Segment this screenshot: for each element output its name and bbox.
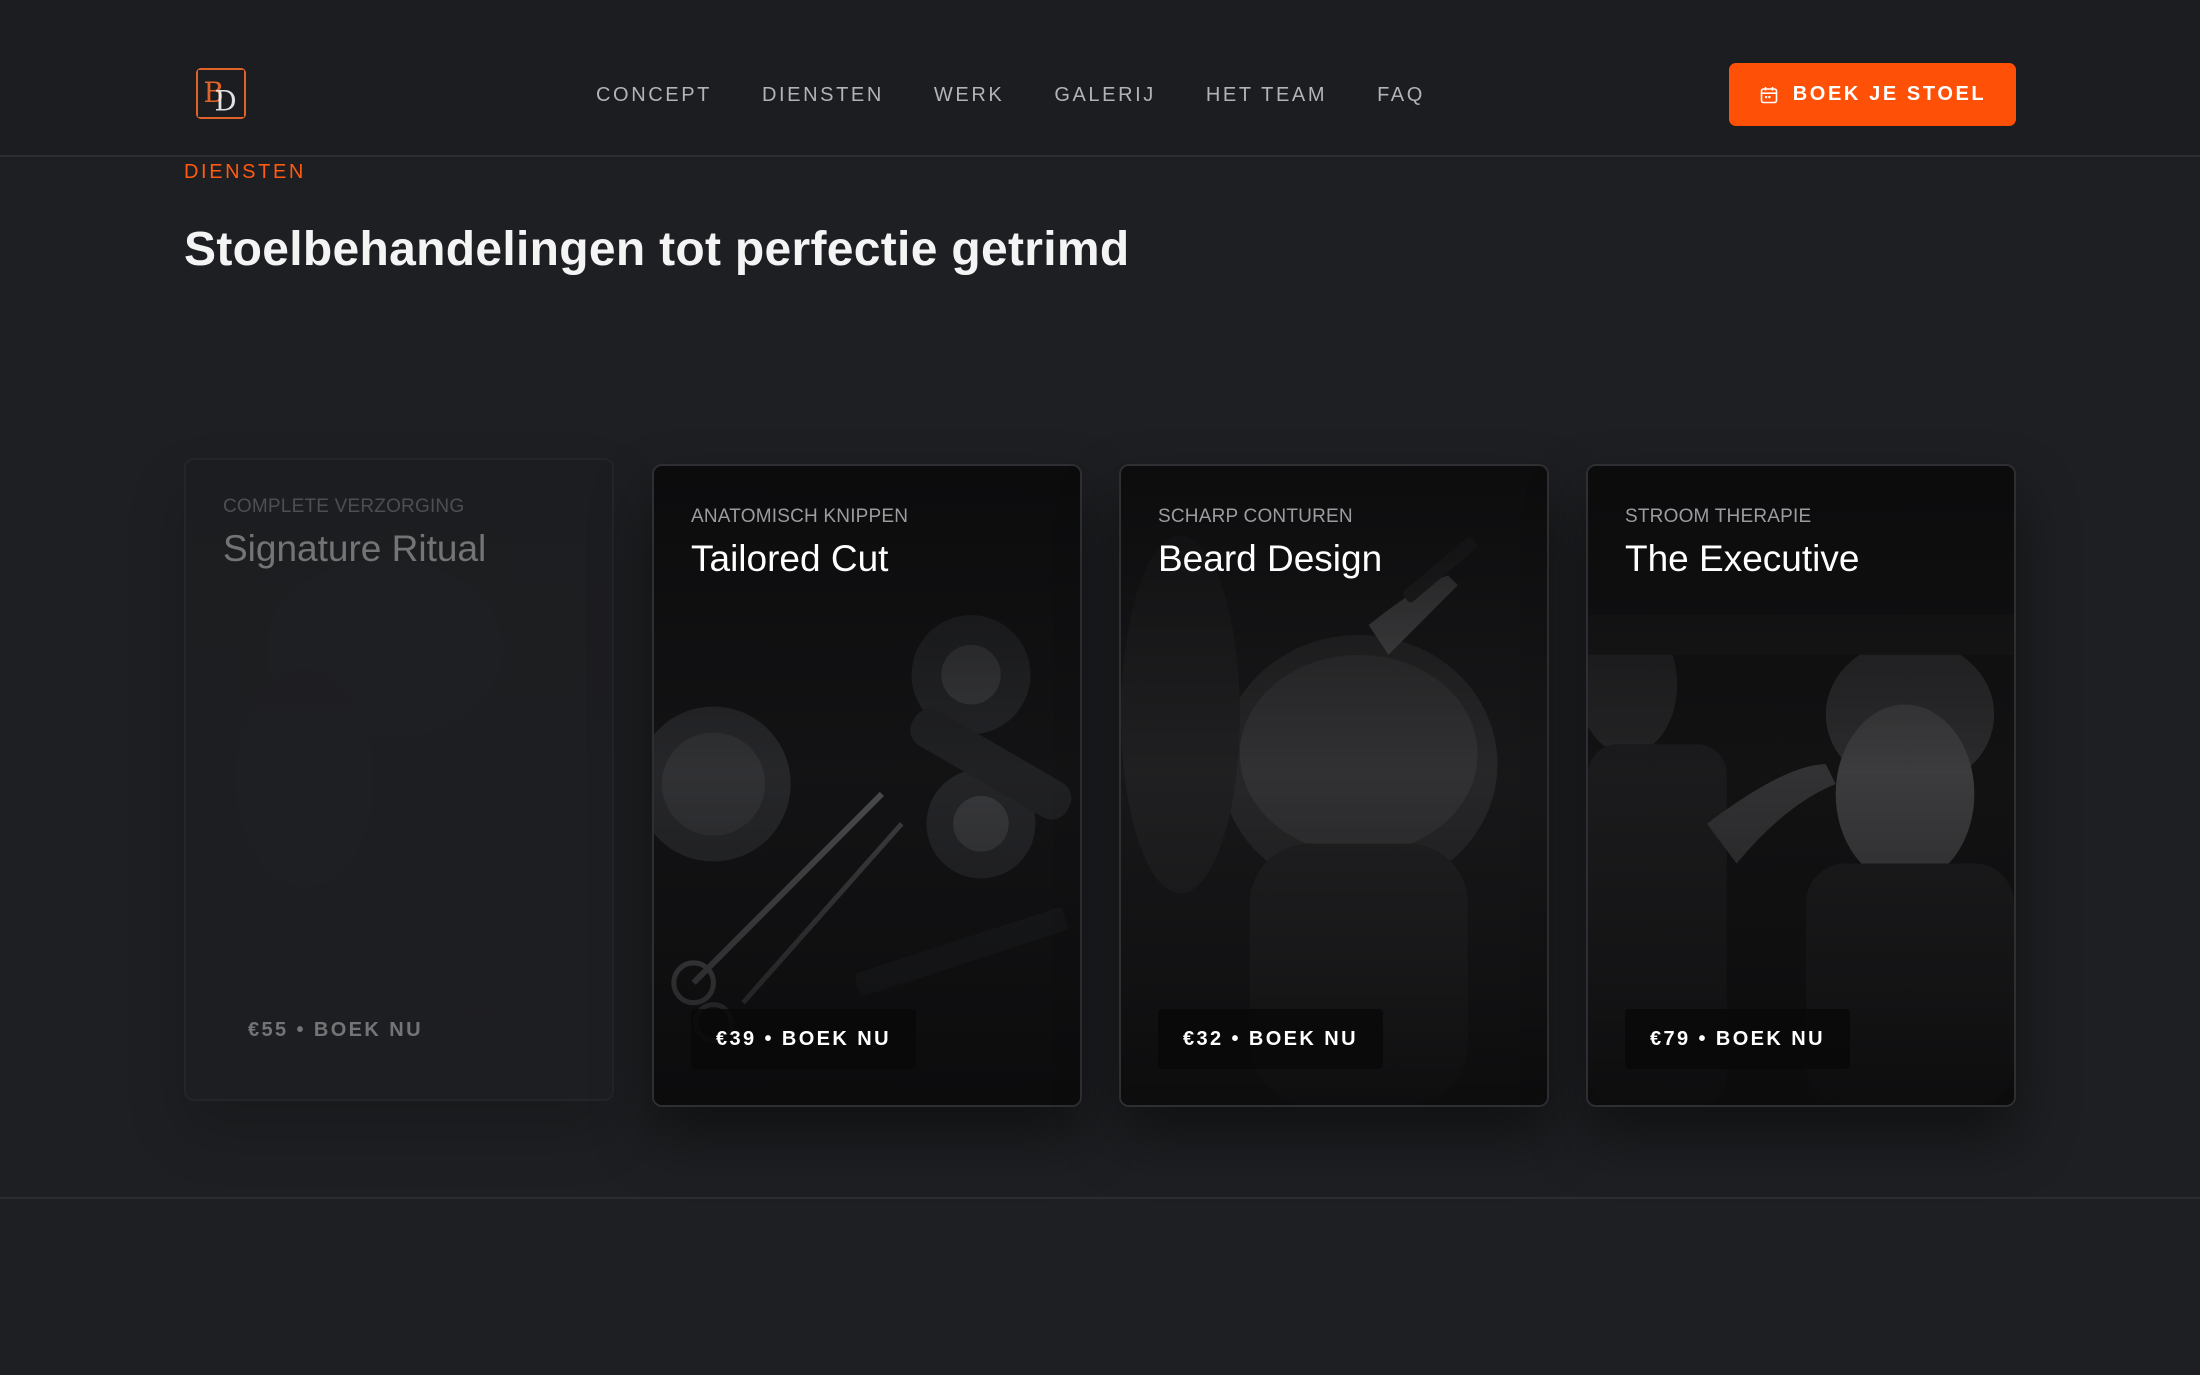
card-price-button[interactable]: €39 • BOEK NU [691,1009,916,1069]
book-chair-button[interactable]: BOEK JE STOEL [1729,63,2016,126]
logo-monogram-icon: B D [198,70,244,117]
card-price-button[interactable]: €55 • BOEK NU [223,1000,448,1060]
card-subtitle: COMPLETE VERZORGING [223,496,465,517]
nav-item-werk[interactable]: WERK [934,84,1004,107]
card-price-button[interactable]: €32 • BOEK NU [1158,1009,1383,1069]
card-subtitle: STROOM THERAPIE [1625,506,1812,527]
card-title: Beard Design [1158,538,1383,579]
nav-item-diensten[interactable]: DIENSTEN [762,84,884,107]
service-card-the-executive[interactable]: STROOM THERAPIE The Executive €79 • BOEK… [1586,464,2016,1107]
card-title: Tailored Cut [691,538,889,579]
main-nav: CONCEPT DIENSTEN WERK GALERIJ HET TEAM F… [596,82,1425,108]
nav-item-het-team[interactable]: HET TEAM [1206,84,1327,107]
calendar-icon [1760,86,1778,103]
service-card-beard-design[interactable]: SCHARP CONTUREN Beard Design €32 • BOEK … [1119,464,1549,1107]
book-chair-label: BOEK JE STOEL [1792,83,1987,105]
section-eyebrow: DIENSTEN [184,161,306,183]
section-divider [0,1197,2200,1199]
site-header: B D CONCEPT DIENSTEN WERK GALERIJ HET TE… [0,0,2200,157]
card-title: Signature Ritual [223,528,487,569]
service-card-tailored-cut[interactable]: ANATOMISCH KNIPPEN Tailored Cut €39 • BO… [652,464,1082,1107]
nav-item-faq[interactable]: FAQ [1377,84,1425,107]
nav-item-galerij[interactable]: GALERIJ [1054,84,1156,107]
card-title: The Executive [1625,538,1860,579]
card-price-button[interactable]: €79 • BOEK NU [1625,1009,1850,1069]
card-subtitle: ANATOMISCH KNIPPEN [691,506,909,527]
nav-item-concept[interactable]: CONCEPT [596,84,712,107]
service-card-signature-ritual[interactable]: COMPLETE VERZORGING Signature Ritual €55… [184,458,614,1101]
svg-text:D: D [215,85,237,117]
brand-logo[interactable]: B D [196,68,246,119]
section-headline: Stoelbehandelingen tot perfectie getrimd [184,223,1130,276]
card-subtitle: SCHARP CONTUREN [1158,506,1353,527]
